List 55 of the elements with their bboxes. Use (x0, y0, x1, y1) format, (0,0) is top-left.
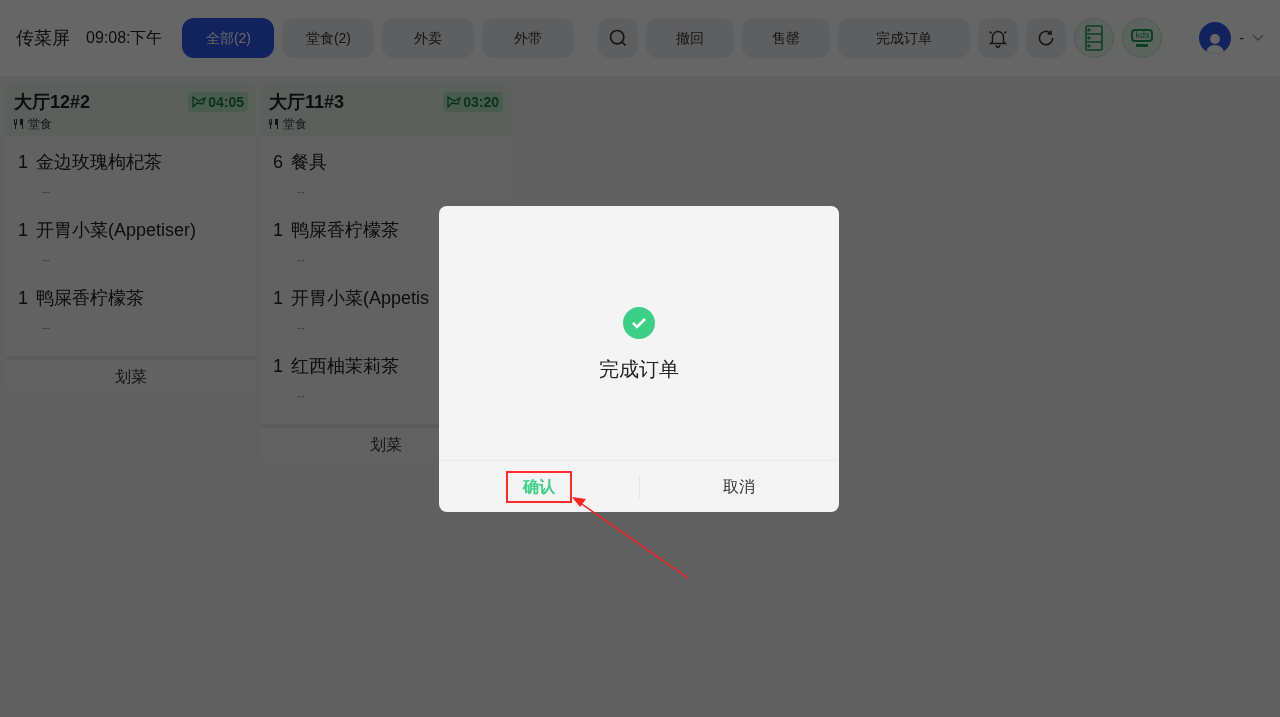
item-note: -- (297, 184, 306, 200)
order-type: 堂食 (28, 116, 52, 132)
cancel-button[interactable]: 取消 (707, 470, 772, 503)
refresh-button[interactable] (1026, 18, 1067, 58)
item-note: -- (297, 388, 306, 404)
item-quantity: 1 (18, 151, 28, 174)
item-name: 餐具 (291, 151, 327, 174)
kds-button[interactable]: kds (1122, 18, 1163, 58)
item-name: 鸭屎香柠檬茶 (36, 287, 144, 310)
item-name: 红西柚茉莉茶 (291, 355, 399, 378)
filter-tab[interactable]: 堂食(2) (282, 18, 375, 58)
filter-tab[interactable]: 全部(2) (182, 18, 275, 58)
item-name: 鸭屎香柠檬茶 (291, 219, 399, 242)
item-name: 金边玫瑰枸杞茶 (36, 151, 162, 174)
confirm-button[interactable]: 确认 (505, 470, 572, 503)
bell-button[interactable] (978, 18, 1019, 58)
item-quantity: 1 (18, 287, 28, 310)
server-button[interactable] (1074, 18, 1115, 58)
item-quantity: 1 (273, 355, 283, 378)
server-icon (1085, 25, 1104, 51)
serve-button[interactable]: 划菜 (6, 356, 256, 394)
item-quantity: 6 (273, 151, 283, 174)
timer-badge: 04:05 (188, 92, 248, 112)
item-note: -- (42, 320, 51, 336)
chevron-down-icon[interactable] (1252, 34, 1264, 42)
item-quantity: 1 (273, 219, 283, 242)
dialog-message: 完成订单 (599, 357, 679, 382)
user-avatar[interactable] (1199, 22, 1232, 54)
flag-icon (447, 96, 462, 108)
search-icon (608, 28, 629, 48)
item-note: -- (297, 252, 306, 268)
filter-tab[interactable]: 外带 (482, 18, 575, 58)
timer-badge: 03:20 (443, 92, 503, 112)
cutlery-icon (14, 119, 24, 129)
table-number: 大厅12#2 (14, 91, 91, 114)
user-name: - (1239, 29, 1244, 48)
flag-icon (192, 96, 207, 108)
success-check-icon (623, 307, 655, 339)
item-name: 开胃小菜(Appetis (291, 287, 430, 310)
toolbar-button[interactable]: 撤回 (646, 18, 735, 58)
toolbar-button[interactable]: 完成订单 (838, 18, 971, 58)
order-type: 堂食 (283, 116, 307, 132)
item-note: -- (42, 184, 51, 200)
table-number: 大厅11#3 (269, 91, 345, 114)
screen-title: 传菜屏 (16, 27, 70, 50)
item-note: -- (42, 252, 51, 268)
search-button[interactable] (598, 18, 639, 58)
toolbar-button[interactable]: 售罄 (742, 18, 831, 58)
item-note: -- (297, 320, 306, 336)
item-quantity: 1 (18, 219, 28, 242)
clock-time: 09:08:下午 (86, 28, 163, 48)
filter-tab[interactable]: 外卖 (382, 18, 475, 58)
item-quantity: 1 (273, 287, 283, 310)
item-name: 开胃小菜(Appetiser) (36, 219, 197, 242)
cutlery-icon (269, 119, 279, 129)
